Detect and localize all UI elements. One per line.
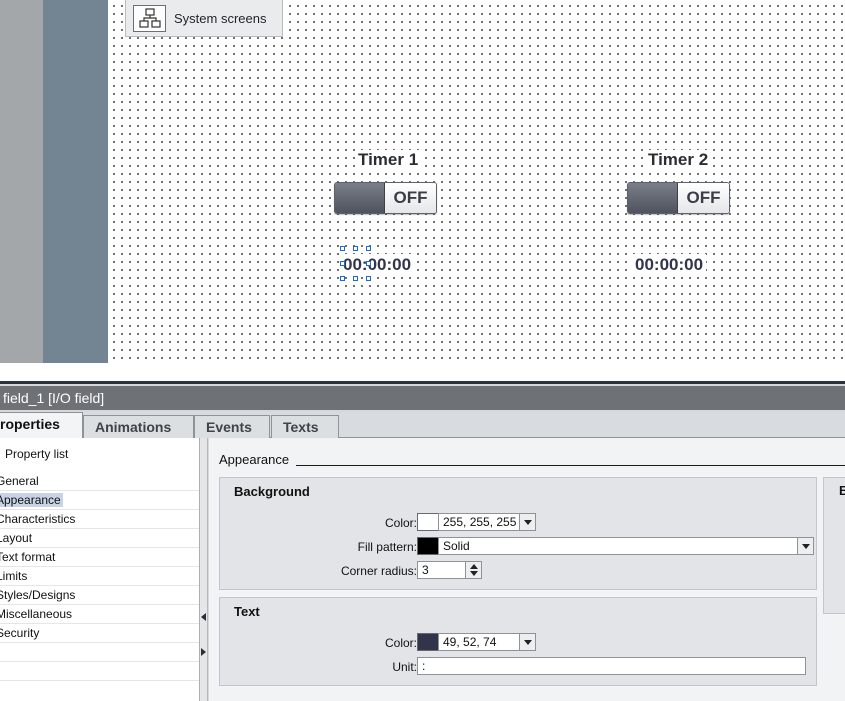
tab-texts[interactable]: Texts [271,415,339,438]
panel-splitter[interactable] [0,381,845,384]
timer-2-io-field[interactable]: 00:00:00 [632,254,707,276]
bg-color-swatch[interactable] [417,513,439,531]
tab-animations[interactable]: Animations [83,415,194,438]
timer-2-title[interactable]: Timer 2 [646,150,711,170]
corner-radius-label: Corner radius: [340,564,417,578]
text-color-value[interactable]: 49, 52, 74 [438,633,520,651]
nav-label: Appearance [0,493,63,507]
text-color-label: Color: [384,636,417,650]
nav-item-text-format[interactable]: Text format [0,548,199,567]
background-group: Background Color: 255, 255, 255 Fill pat… [219,477,817,590]
timer-1-io-field[interactable]: 00:00:00 [340,254,415,276]
scroll-right-icon[interactable] [201,648,206,656]
timer-1-toggle[interactable]: OFF [334,182,437,214]
inspector-tabbar: roperties Animations Events Texts [0,412,845,439]
bg-color-value[interactable]: 255, 255, 255 [438,513,520,531]
selection-handle[interactable] [366,276,371,281]
property-nav-list: General Appearance Characteristics Layou… [0,472,199,681]
section-heading: Appearance [219,452,295,467]
nav-label: Styles/Designs [0,588,76,602]
fill-pattern-value[interactable]: Solid [438,537,798,555]
selection-handle[interactable] [366,261,371,266]
nav-empty-row [0,662,199,681]
chevron-down-icon [523,519,532,525]
screen-margin [43,0,108,363]
property-list-header[interactable]: Property list [5,447,68,461]
selection-handle[interactable] [353,246,358,251]
text-color-dropdown[interactable] [519,633,536,651]
nav-label: Layout [0,531,33,545]
fill-pattern-dropdown[interactable] [797,537,814,555]
nav-item-characteristics[interactable]: Characteristics [0,510,199,529]
unit-input[interactable]: : [417,657,806,675]
nav-item-miscellaneous[interactable]: Miscellaneous [0,605,199,624]
selection-handle[interactable] [340,276,345,281]
selection-handle[interactable] [340,261,345,266]
nav-label: Miscellaneous [0,607,73,621]
nav-label: Text format [0,550,56,564]
text-color-swatch[interactable] [417,633,439,651]
toggle-state-label: OFF [678,183,729,213]
selection-handle[interactable] [353,276,358,281]
toggle-state-label: OFF [385,183,436,213]
system-screens-label: System screens [174,10,267,26]
tab-properties[interactable]: roperties [0,412,83,439]
left-gutter [0,0,43,363]
property-nav-panel: Property list General Appearance Charact… [0,438,200,701]
nav-item-general[interactable]: General [0,472,199,491]
nav-label: Characteristics [0,512,76,526]
toggle-track [335,183,385,213]
toggle-track [628,183,678,213]
nav-item-security[interactable]: Security [0,624,199,643]
nav-scroll-strip[interactable] [200,438,208,701]
corner-radius-input[interactable]: 3 [417,561,466,579]
chevron-down-icon [801,543,810,549]
canvas-scroll-band [0,363,845,383]
corner-radius-stepper[interactable] [465,561,482,579]
nav-label: General [0,474,39,488]
stepper-up-icon[interactable] [470,564,478,569]
selection-handle[interactable] [340,246,345,251]
timer-1-title[interactable]: Timer 1 [356,150,421,170]
nav-item-styles-designs[interactable]: Styles/Designs [0,586,199,605]
nav-label: Limits [0,569,28,583]
hierarchy-icon [133,4,166,32]
selection-handle[interactable] [366,246,371,251]
nav-label: Security [0,626,40,640]
tab-events[interactable]: Events [194,415,270,438]
group-title: Text [234,604,260,619]
section-divider [296,465,845,466]
screen-canvas[interactable] [108,0,845,363]
chevron-down-icon [523,639,532,645]
nav-item-appearance[interactable]: Appearance [0,491,199,510]
nav-item-layout[interactable]: Layout [0,529,199,548]
system-screens-button[interactable]: System screens [125,0,283,37]
text-group: Text Color: 49, 52, 74 Unit: : [219,597,817,686]
timer-2-toggle[interactable]: OFF [627,182,730,214]
property-editor-panel: Appearance Background Color: 255, 255, 2… [209,438,845,701]
right-group-title: B [839,483,845,498]
unit-label: Unit: [392,660,417,674]
nav-item-limits[interactable]: Limits [0,567,199,586]
nav-empty-row [0,643,199,662]
fill-pattern-label: Fill pattern: [357,540,417,554]
fill-pattern-swatch[interactable] [417,537,439,555]
bg-color-label: Color: [384,516,417,530]
bg-color-dropdown[interactable] [519,513,536,531]
stepper-down-icon[interactable] [470,571,478,576]
scroll-left-icon[interactable] [201,613,206,621]
inspector-title: field_1 [I/O field] [0,386,845,410]
group-title: Background [234,484,310,499]
